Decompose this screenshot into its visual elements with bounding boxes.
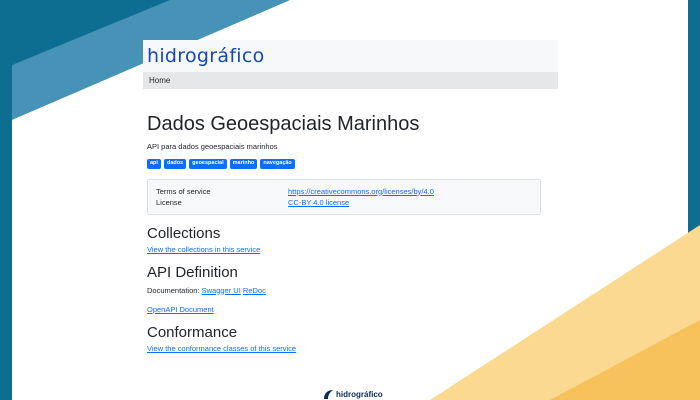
terms-link[interactable]: https://creativecommons.org/licenses/by/… bbox=[288, 187, 434, 196]
left-border-shape bbox=[0, 0, 12, 400]
conformance-line: View the conformance classes of this ser… bbox=[147, 344, 554, 353]
openapi-document-link[interactable]: OpenAPI Document bbox=[147, 305, 214, 314]
license-link[interactable]: CC-BY 4.0 license bbox=[288, 198, 349, 207]
service-info-box: Terms of service https://creativecommons… bbox=[147, 178, 541, 215]
license-label: License bbox=[156, 197, 182, 207]
license-row: License CC-BY 4.0 license bbox=[156, 197, 532, 208]
conformance-heading: Conformance bbox=[147, 323, 238, 341]
collections-line: View the collections in this service bbox=[147, 245, 554, 254]
terms-row: Terms of service https://creativecommons… bbox=[156, 186, 532, 197]
redoc-link[interactable]: ReDoc bbox=[243, 286, 266, 295]
main-content: Dados Geoespaciais Marinhos API para dad… bbox=[143, 89, 558, 353]
footer-logo-text: hidrográfico bbox=[336, 389, 383, 399]
wave-logo-icon bbox=[324, 390, 333, 399]
page-title: Dados Geoespaciais Marinhos bbox=[147, 113, 420, 135]
tag-dados: dados bbox=[163, 159, 187, 169]
navbar: Home bbox=[143, 72, 558, 89]
page-container: hidrográfico Home Dados Geoespaciais Mar… bbox=[143, 40, 558, 353]
collections-heading: Collections bbox=[147, 224, 221, 242]
collections-link[interactable]: View the collections in this service bbox=[147, 245, 260, 254]
footer-logo: hidrográfico bbox=[322, 388, 383, 400]
brand-header: hidrográfico bbox=[143, 40, 558, 72]
terms-label: Terms of service bbox=[156, 186, 211, 196]
page-subtitle: API para dados geoespaciais marinhos bbox=[147, 142, 278, 151]
openapi-line: OpenAPI Document bbox=[147, 305, 554, 314]
documentation-label: Documentation: bbox=[147, 285, 200, 295]
tag-navegacao: navegação bbox=[260, 159, 295, 169]
swagger-ui-link[interactable]: Swagger UI bbox=[202, 286, 241, 295]
conformance-link[interactable]: View the conformance classes of this ser… bbox=[147, 344, 296, 353]
documentation-line: Documentation: Swagger UI ReDoc bbox=[147, 286, 554, 295]
tag-list: api dados geoespacial marinho navegação bbox=[147, 159, 554, 169]
tag-api: api bbox=[147, 159, 161, 169]
tag-geoespacial: geoespacial bbox=[189, 159, 227, 169]
brand-logo[interactable]: hidrográfico bbox=[147, 45, 265, 67]
tag-marinho: marinho bbox=[229, 159, 258, 169]
api-definition-heading: API Definition bbox=[147, 263, 238, 281]
nav-home-link[interactable]: Home bbox=[149, 76, 170, 85]
